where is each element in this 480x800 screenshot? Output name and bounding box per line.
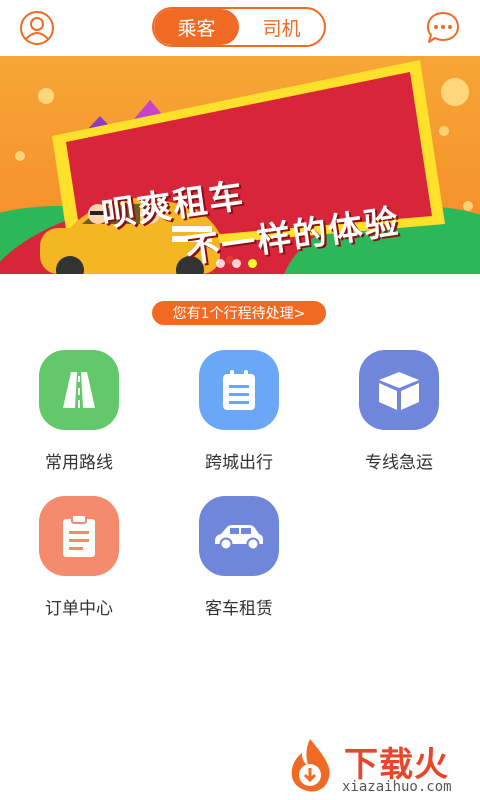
carousel-dot-active[interactable] [248, 259, 257, 268]
grid-item-order-center[interactable]: 订单中心 [14, 496, 144, 626]
grid-item-express-line[interactable]: 专线急运 [334, 350, 464, 480]
user-circle-icon[interactable] [18, 9, 56, 47]
carousel-dot[interactable] [232, 259, 241, 268]
top-bar: 乘客 司机 [0, 0, 480, 56]
road-icon [63, 372, 95, 408]
car-tile [199, 496, 279, 576]
role-switch: 乘客 司机 [152, 7, 326, 47]
tab-driver[interactable]: 司机 [239, 9, 324, 45]
grid-label: 订单中心 [45, 599, 113, 619]
clipboard-icon [63, 514, 95, 557]
chat-bubble-icon[interactable] [424, 9, 462, 47]
notepad-tile [199, 350, 279, 430]
grid-label: 专线急运 [365, 453, 433, 473]
flame-logo-icon [291, 739, 330, 792]
car-icon [215, 525, 263, 551]
clipboard-tile [39, 496, 119, 576]
watermark-url: xiazaihuo.com [342, 779, 452, 795]
grid-label: 跨城出行 [205, 453, 273, 473]
grid-item-bus-rental[interactable]: 客车租赁 [174, 496, 304, 626]
box-icon [379, 372, 419, 410]
promo-banner[interactable]: 呗爽租车 不一样的体验 [0, 56, 480, 274]
tab-passenger[interactable]: 乘客 [154, 9, 239, 45]
grid-item-intercity[interactable]: 跨城出行 [174, 350, 304, 480]
grid-label: 客车租赁 [205, 599, 273, 619]
pending-trip-button[interactable]: 您有1个行程待处理> [152, 301, 326, 325]
watermark: 下载火 xiazaihuo.com [282, 735, 480, 800]
carousel-dot[interactable] [216, 259, 225, 268]
road-tile [39, 350, 119, 430]
box-tile [359, 350, 439, 430]
grid-label: 常用路线 [45, 453, 113, 473]
carousel-dots [216, 259, 257, 268]
notepad-icon [223, 370, 255, 410]
grid-item-common-routes[interactable]: 常用路线 [14, 350, 144, 480]
